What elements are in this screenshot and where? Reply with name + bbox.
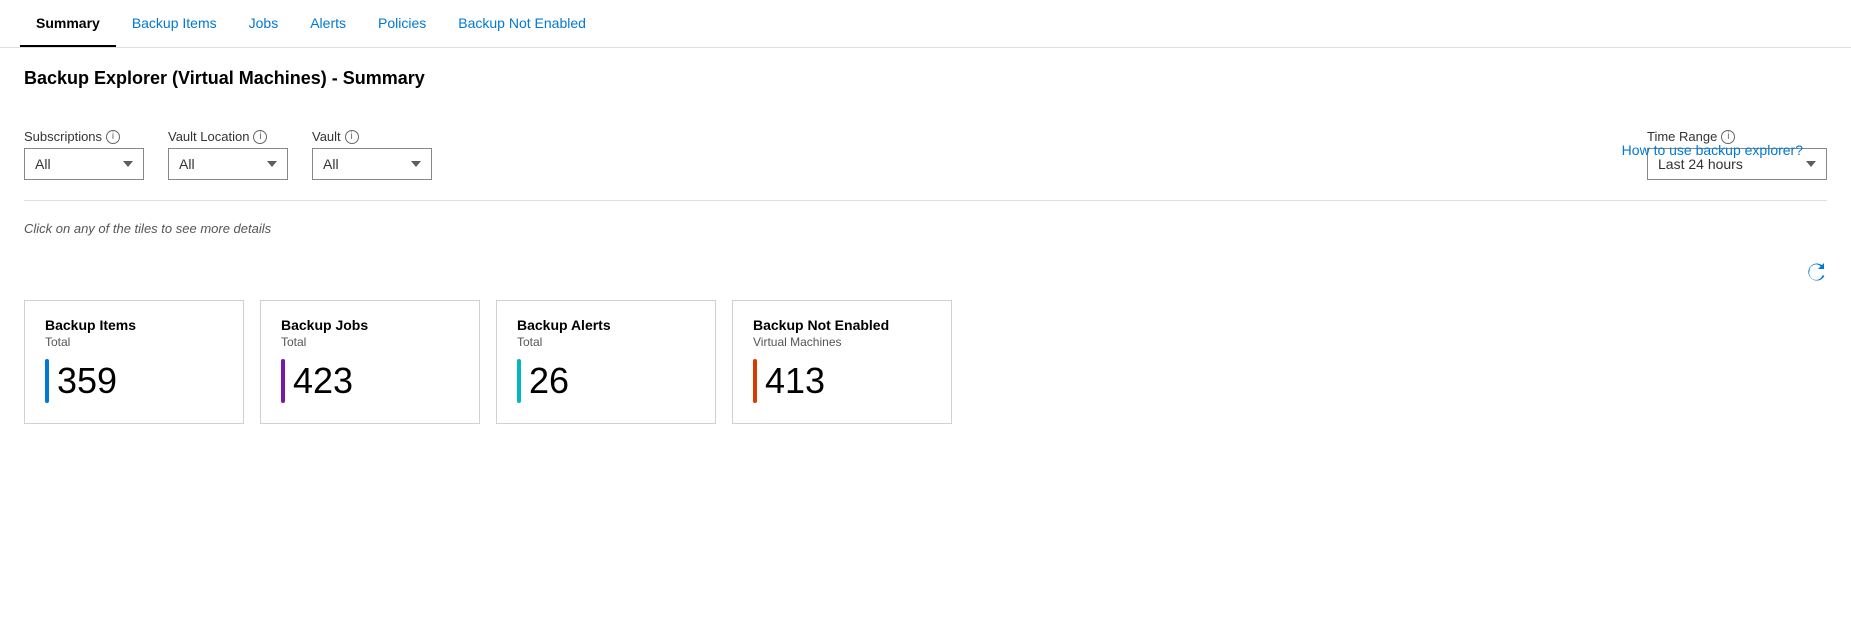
subscriptions-info-icon[interactable]: i [106,130,120,144]
hint-text: Click on any of the tiles to see more de… [24,221,1827,236]
vault-filter: Vault i All [312,129,432,180]
tab-bar: SummaryBackup ItemsJobsAlertsPoliciesBac… [0,0,1851,48]
tab-policies[interactable]: Policies [362,0,442,47]
tile-backup-items[interactable]: Backup Items Total 359 [24,300,244,424]
tile-subtitle-backup-not-enabled: Virtual Machines [753,335,931,349]
tile-bar-backup-not-enabled [753,359,757,403]
tile-title-backup-alerts: Backup Alerts [517,317,695,333]
tile-value-row-backup-alerts: 26 [517,359,695,403]
vault-label: Vault i [312,129,432,144]
refresh-area [24,260,1827,292]
subscriptions-label: Subscriptions i [24,129,144,144]
tile-title-backup-not-enabled: Backup Not Enabled [753,317,931,333]
tile-title-backup-items: Backup Items [45,317,223,333]
page-title: Backup Explorer (Virtual Machines) - Sum… [24,68,425,89]
vault-location-info-icon[interactable]: i [253,130,267,144]
subscriptions-value: All [35,156,115,172]
tile-backup-jobs[interactable]: Backup Jobs Total 423 [260,300,480,424]
tile-value-backup-not-enabled: 413 [765,363,825,399]
vault-value: All [323,156,403,172]
header-row: Backup Explorer (Virtual Machines) - Sum… [24,68,1827,109]
vault-location-label: Vault Location i [168,129,288,144]
vault-location-filter: Vault Location i All [168,129,288,180]
tile-value-backup-items: 359 [57,363,117,399]
tile-value-row-backup-jobs: 423 [281,359,459,403]
tile-subtitle-backup-items: Total [45,335,223,349]
divider [24,200,1827,201]
tab-jobs[interactable]: Jobs [233,0,295,47]
tile-value-backup-jobs: 423 [293,363,353,399]
subscriptions-chevron-icon [123,161,133,167]
tile-bar-backup-items [45,359,49,403]
filters-row: Subscriptions i All Vault Location i All… [24,129,1827,180]
main-content: Backup Explorer (Virtual Machines) - Sum… [0,48,1851,444]
tile-value-row-backup-items: 359 [45,359,223,403]
time-range-chevron-icon [1806,161,1816,167]
vault-location-chevron-icon [267,161,277,167]
tile-backup-not-enabled[interactable]: Backup Not Enabled Virtual Machines 413 [732,300,952,424]
tile-bar-backup-alerts [517,359,521,403]
tab-backup-not-enabled[interactable]: Backup Not Enabled [442,0,602,47]
tile-title-backup-jobs: Backup Jobs [281,317,459,333]
tile-bar-backup-jobs [281,359,285,403]
refresh-icon[interactable] [1805,260,1827,285]
subscriptions-select[interactable]: All [24,148,144,180]
tile-subtitle-backup-jobs: Total [281,335,459,349]
time-range-value: Last 24 hours [1658,156,1798,172]
vault-info-icon[interactable]: i [345,130,359,144]
tile-value-row-backup-not-enabled: 413 [753,359,931,403]
help-link[interactable]: How to use backup explorer? [1622,142,1803,158]
tile-value-backup-alerts: 26 [529,363,569,399]
tile-backup-alerts[interactable]: Backup Alerts Total 26 [496,300,716,424]
tile-subtitle-backup-alerts: Total [517,335,695,349]
tab-backup-items[interactable]: Backup Items [116,0,233,47]
vault-chevron-icon [411,161,421,167]
vault-location-value: All [179,156,259,172]
vault-location-select[interactable]: All [168,148,288,180]
subscriptions-filter: Subscriptions i All [24,129,144,180]
tab-alerts[interactable]: Alerts [294,0,362,47]
tab-summary[interactable]: Summary [20,0,116,47]
tiles-area: Backup Items Total 359 Backup Jobs Total… [24,260,1827,424]
vault-select[interactable]: All [312,148,432,180]
tiles-row: Backup Items Total 359 Backup Jobs Total… [24,300,1827,424]
